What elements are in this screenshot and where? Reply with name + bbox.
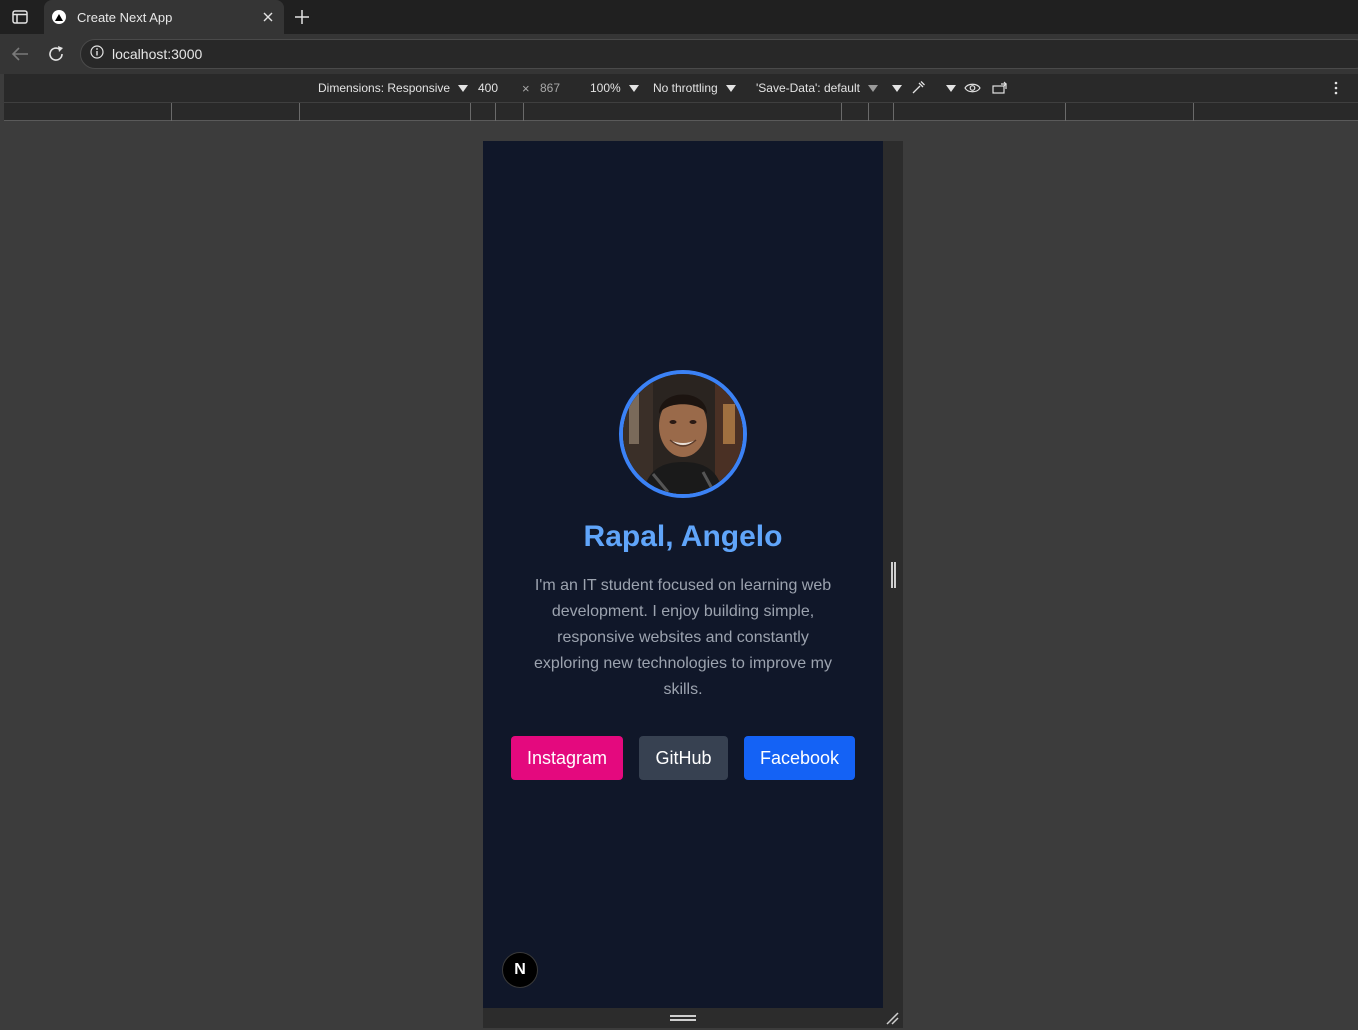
eyedropper-icon[interactable] (910, 74, 926, 102)
profile-avatar (619, 370, 747, 498)
tab-close-icon[interactable] (257, 6, 279, 28)
url-text: localhost:3000 (112, 46, 203, 62)
more-options-dropdown[interactable] (884, 74, 902, 102)
vision-dropdown[interactable] (938, 74, 956, 102)
throttling-label: No throttling (653, 81, 718, 95)
browser-toolbar: localhost:3000 (0, 34, 1358, 74)
resize-corner-icon[interactable] (884, 1011, 900, 1025)
dimensions-label: Dimensions: Responsive (318, 81, 451, 95)
ruler-tick (495, 103, 496, 121)
dimensions-select[interactable]: Dimensions: Responsive (318, 74, 469, 102)
throttling-select[interactable]: No throttling (653, 74, 736, 102)
address-bar[interactable]: localhost:3000 (80, 39, 1358, 69)
resize-grip-horizontal-icon[interactable] (670, 1015, 696, 1021)
times-icon: × (522, 74, 530, 102)
height-input[interactable]: 867 (540, 74, 560, 102)
zoom-select[interactable]: 100% (590, 74, 639, 102)
ruler-tick (893, 103, 894, 121)
save-data-label: 'Save-Data': default (756, 81, 860, 95)
site-info-icon[interactable] (90, 44, 104, 64)
github-button[interactable]: GitHub (639, 736, 728, 780)
height-value: 867 (540, 81, 561, 95)
chevron-down-icon (892, 84, 902, 92)
save-data-select[interactable]: 'Save-Data': default (756, 74, 878, 102)
width-input[interactable]: 400 (478, 74, 498, 102)
ruler-tick (1193, 103, 1194, 121)
profile-bio: I'm an IT student focused on learning we… (534, 577, 832, 698)
nextjs-badge-letter: N (514, 961, 526, 978)
back-arrow-icon[interactable] (8, 42, 32, 66)
browser-tab[interactable]: Create Next App (44, 0, 284, 34)
width-value: 400 (478, 81, 499, 95)
new-tab-icon[interactable] (290, 5, 314, 29)
ruler-tick (171, 103, 172, 121)
profile-name: Rapal, Angelo (583, 520, 783, 553)
tab-title: Create Next App (77, 9, 173, 25)
times-label: × (522, 80, 530, 96)
tab-search-icon[interactable] (8, 6, 32, 28)
chevron-down-icon (725, 84, 736, 92)
ruler-tick (841, 103, 842, 121)
eye-icon[interactable] (964, 74, 981, 102)
ruler-tick (868, 103, 869, 121)
nextjs-dev-tools-icon[interactable]: N (502, 952, 538, 988)
media-query-ruler (4, 102, 1358, 121)
kebab-menu-icon[interactable] (1334, 74, 1338, 102)
rotate-device-icon[interactable] (992, 74, 1009, 102)
tab-strip: Create Next App (0, 0, 1358, 34)
ruler-tick (470, 103, 471, 121)
device-toolbar: Dimensions: Responsive 400 × 867 100% No… (4, 74, 1358, 102)
ruler-tick (1065, 103, 1066, 121)
resize-grip-vertical-icon[interactable] (891, 562, 896, 588)
chevron-down-icon (458, 84, 469, 92)
ruler-tick (299, 103, 300, 121)
facebook-button[interactable]: Facebook (744, 736, 855, 780)
chevron-down-icon (867, 84, 878, 92)
chevron-down-icon (946, 84, 956, 92)
zoom-label: 100% (590, 81, 621, 95)
instagram-button[interactable]: Instagram (511, 736, 623, 780)
nextjs-favicon-icon (52, 10, 66, 24)
chevron-down-icon (628, 84, 639, 92)
ruler-tick (523, 103, 524, 121)
reload-icon[interactable] (44, 42, 68, 66)
